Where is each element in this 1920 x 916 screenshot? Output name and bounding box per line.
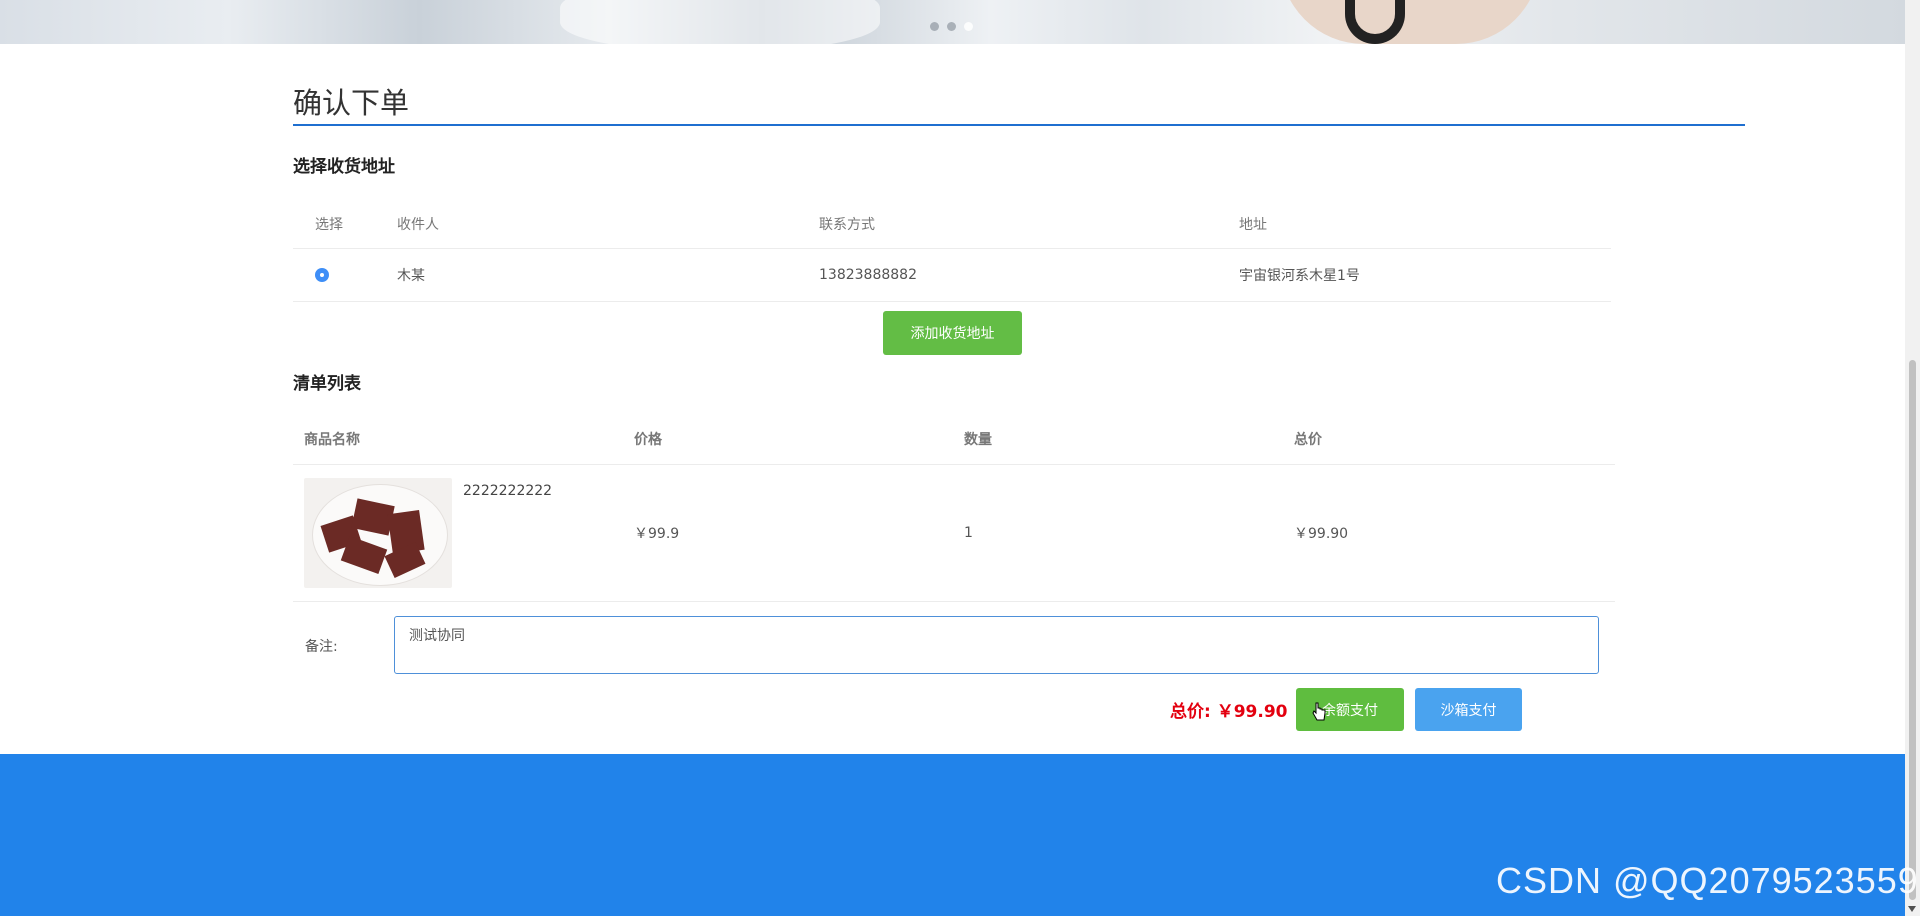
header-total: 总价	[1294, 432, 1322, 448]
address-detail: 宇宙银河系木星1号	[1239, 248, 1611, 302]
header-goods-name: 商品名称	[304, 432, 360, 448]
header-quantity: 数量	[964, 432, 992, 448]
carousel-dots	[930, 22, 973, 31]
header-receiver: 收件人	[397, 217, 439, 233]
address-section-title: 选择收货地址	[293, 157, 395, 177]
header-select: 选择	[315, 217, 343, 233]
header-address: 地址	[1239, 217, 1267, 233]
goods-name: 2222222222	[463, 483, 553, 499]
goods-total: ￥99.90	[1283, 464, 1615, 602]
goods-table-header: 商品名称 价格 数量 总价	[293, 414, 1615, 465]
page-title: 确认下单	[293, 86, 410, 120]
scroll-down-arrow-icon[interactable]	[1908, 906, 1916, 912]
goods-price: ￥99.9	[623, 464, 953, 602]
goods-section-title: 清单列表	[293, 374, 361, 394]
total-price: 总价: ￥99.90	[1170, 702, 1288, 722]
goods-row: 2222222222 ￥99.9 1 ￥99.90	[293, 464, 1615, 602]
page-scrollbar[interactable]	[1905, 0, 1920, 916]
carousel-dot[interactable]	[930, 22, 939, 31]
address-receiver: 木某	[397, 248, 819, 302]
banner-highlight	[560, 0, 880, 44]
title-divider	[293, 124, 1745, 126]
address-contact: 13823888882	[819, 248, 1239, 302]
carousel-dot-active[interactable]	[964, 22, 973, 31]
goods-name-cell: 2222222222	[293, 464, 623, 602]
goods-table: 商品名称 价格 数量 总价 2222222222 ￥99.9 1 ￥99.90	[293, 414, 1615, 602]
scrollbar-thumb[interactable]	[1909, 360, 1916, 900]
address-table: 选择 收件人 联系方式 地址 木某 13823888882 宇宙银河系木星1号	[293, 200, 1611, 302]
add-address-button[interactable]: 添加收货地址	[883, 311, 1022, 355]
sandbox-pay-button[interactable]: 沙箱支付	[1415, 688, 1522, 731]
address-radio[interactable]	[315, 268, 329, 282]
watermark: CSDN @QQ2079523559	[1496, 860, 1919, 901]
goods-quantity: 1	[953, 464, 1283, 602]
remark-label: 备注:	[305, 639, 338, 655]
hand-cursor-icon	[1312, 702, 1326, 721]
carousel-dot[interactable]	[947, 22, 956, 31]
remark-textarea[interactable]: 测试协同	[394, 616, 1599, 674]
header-contact: 联系方式	[819, 217, 875, 233]
address-table-header: 选择 收件人 联系方式 地址	[293, 200, 1611, 249]
hero-banner	[0, 0, 1905, 44]
banner-figure	[1280, 0, 1540, 44]
product-image	[304, 478, 452, 588]
address-row[interactable]: 木某 13823888882 宇宙银河系木星1号	[293, 248, 1611, 302]
header-price: 价格	[634, 432, 662, 448]
address-select-cell[interactable]	[293, 248, 397, 302]
